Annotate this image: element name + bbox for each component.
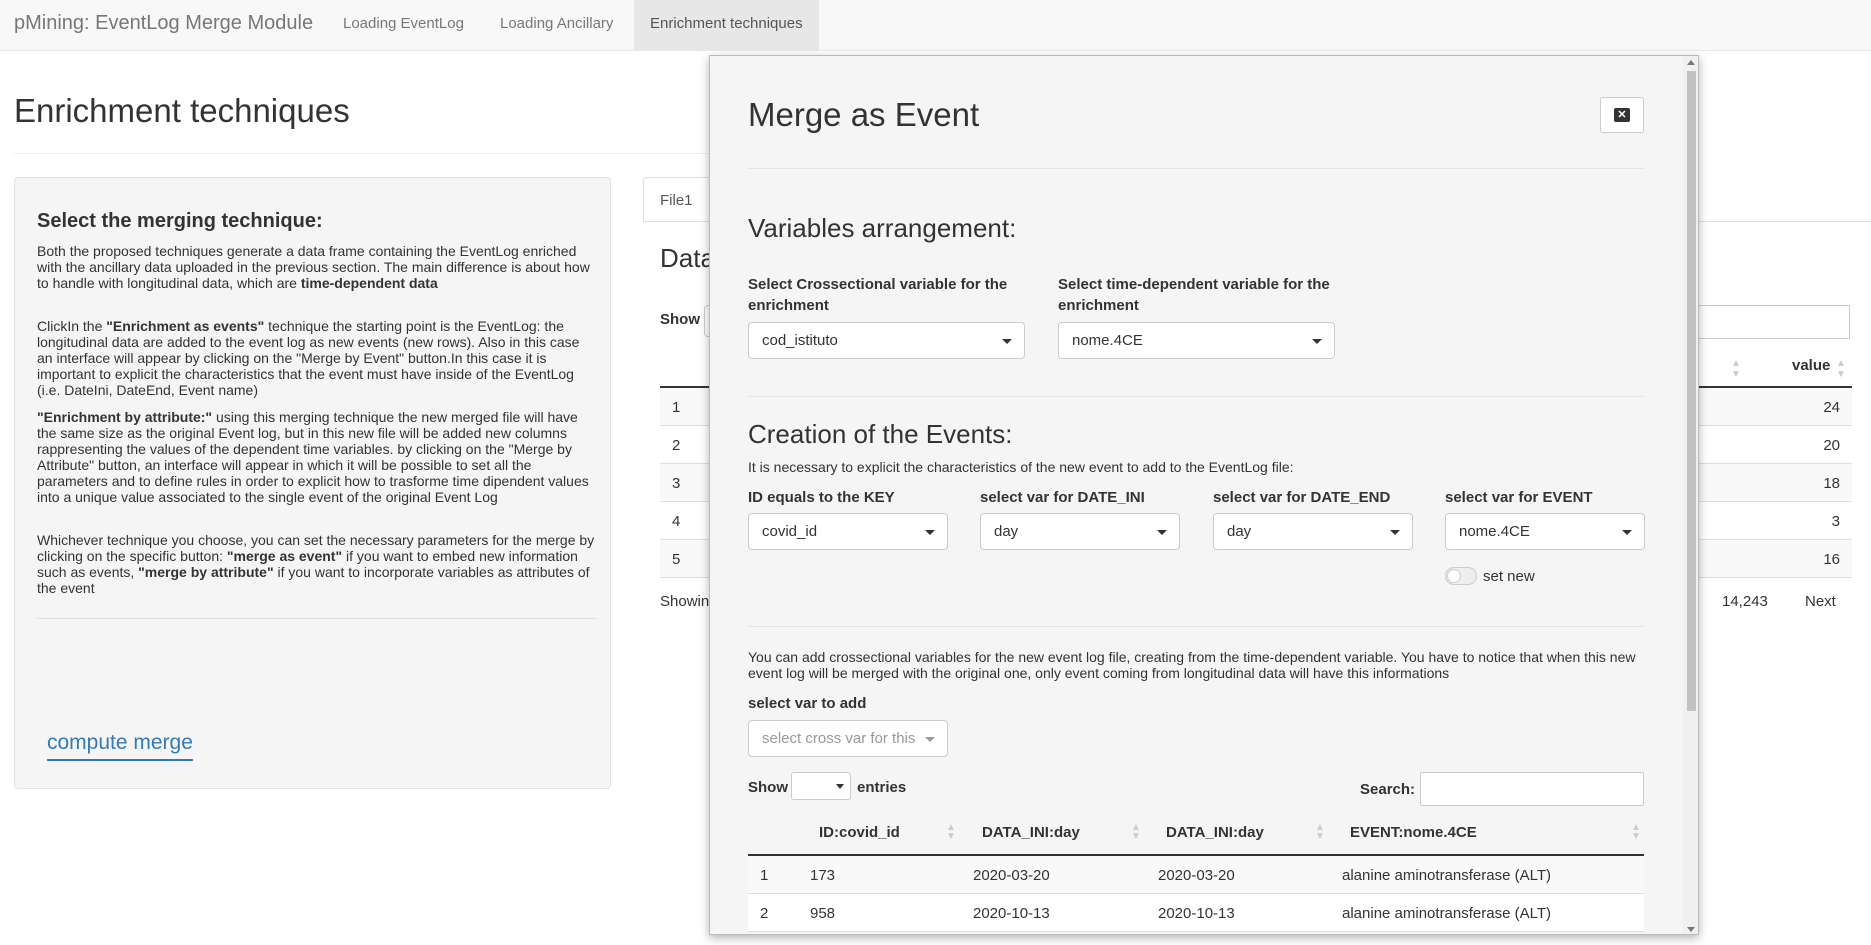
set-new-toggle[interactable]: [1445, 567, 1477, 585]
sidebar-paragraph-3: "Enrichment by attribute:" using this me…: [37, 409, 589, 505]
event-select[interactable]: nome.4CE: [1445, 513, 1645, 550]
divider: [14, 153, 714, 154]
creation-events-heading: Creation of the Events:: [748, 419, 1013, 449]
data-heading: Data: [660, 243, 715, 273]
divider: [748, 396, 1644, 397]
creation-events-note: It is necessary to explicit the characte…: [748, 459, 1294, 475]
column-header-date-ini-2[interactable]: DATA_INI:day: [1166, 824, 1264, 841]
close-button[interactable]: ✕: [1600, 97, 1644, 133]
show-label: Show: [748, 779, 788, 796]
search-input[interactable]: [1690, 305, 1850, 339]
sidebar-paragraph-4: Whichever technique you choose, you can …: [37, 532, 595, 596]
modal-scrollbar[interactable]: [1683, 56, 1698, 934]
var-to-add-select[interactable]: select cross var for this: [748, 720, 948, 757]
page-title: Enrichment techniques: [14, 92, 350, 129]
date-end-label: select var for DATE_END: [1213, 489, 1391, 506]
pagination-next-button[interactable]: Next: [1805, 593, 1836, 610]
pagination-total[interactable]: 14,243: [1722, 593, 1768, 610]
search-label: Search:: [1360, 781, 1416, 798]
chevron-down-icon: [1002, 339, 1012, 344]
column-header-event[interactable]: EVENT:nome.4CE: [1350, 824, 1477, 841]
sidebar-paragraph-1: Both the proposed techniques generate a …: [37, 243, 590, 291]
tab-loading-eventlog[interactable]: Loading EventLog: [327, 0, 480, 51]
table-row[interactable]: 2 958 2020-10-13 2020-10-13 alanine amin…: [748, 894, 1644, 932]
page-length-select[interactable]: [791, 772, 851, 800]
cross-var-select[interactable]: cod_istituto: [748, 322, 1025, 359]
column-header-date-ini[interactable]: DATA_INI:day: [982, 824, 1080, 841]
id-key-select[interactable]: covid_id: [748, 513, 948, 550]
sort-icon[interactable]: ▲ ▼: [1315, 823, 1325, 842]
sort-icon[interactable]: ▲ ▼: [1731, 358, 1741, 380]
chevron-down-icon: [836, 784, 844, 789]
modal-title: Merge as Event: [748, 96, 980, 133]
chevron-down-icon: [925, 737, 935, 742]
time-var-select[interactable]: nome.4CE: [1058, 322, 1335, 359]
sidebar-paragraph-2: ClickIn the "Enrichment as events" techn…: [37, 318, 580, 398]
var-to-add-label: select var to add: [748, 695, 867, 712]
divider: [748, 168, 1644, 169]
cross-var-label: Select Crossectional variable for the en…: [748, 276, 1008, 314]
chevron-down-icon: [925, 530, 935, 535]
show-label: Show: [660, 311, 700, 328]
close-icon: ✕: [1614, 108, 1630, 122]
scroll-up-icon[interactable]: [1687, 60, 1695, 65]
entries-label: entries: [857, 779, 907, 796]
chevron-down-icon: [1312, 339, 1322, 344]
table-row[interactable]: 1 173 2020-03-20 2020-03-20 alanine amin…: [748, 856, 1644, 894]
navbar: pMining: EventLog Merge Module Loading E…: [0, 0, 1871, 51]
id-key-label: ID equals to the KEY: [748, 489, 895, 506]
column-header-value[interactable]: value: [1792, 357, 1830, 374]
table-info: Showin: [660, 593, 710, 610]
variables-arrangement-heading: Variables arrangement:: [748, 213, 1017, 243]
chevron-down-icon: [1157, 530, 1167, 535]
compute-merge-button[interactable]: compute merge: [47, 731, 193, 761]
time-var-label: Select time-dependent variable for the e…: [1058, 276, 1330, 314]
chevron-down-icon: [1390, 530, 1400, 535]
sidebar-heading: Select the merging technique:: [37, 210, 323, 232]
merge-as-event-modal: Merge as Event ✕ Variables arrangement: …: [709, 55, 1699, 935]
sort-icon[interactable]: ▲ ▼: [1836, 358, 1846, 380]
toggle-knob: [1447, 569, 1461, 583]
sort-icon[interactable]: ▲ ▼: [1631, 823, 1641, 842]
chevron-down-icon: [1622, 530, 1632, 535]
navbar-brand[interactable]: pMining: EventLog Merge Module: [14, 12, 313, 35]
search-input[interactable]: [1420, 772, 1644, 806]
sidebar-panel: Select the merging technique: Both the p…: [14, 177, 611, 789]
date-ini-label: select var for DATE_INI: [980, 489, 1145, 506]
tab-loading-ancillary[interactable]: Loading Ancillary: [484, 0, 629, 51]
date-ini-select[interactable]: day: [980, 513, 1180, 550]
sort-icon[interactable]: ▲ ▼: [1131, 823, 1141, 842]
divider: [748, 626, 1644, 627]
column-header-id[interactable]: ID:covid_id: [819, 824, 900, 841]
divider: [37, 618, 597, 619]
sort-icon[interactable]: ▲ ▼: [946, 823, 956, 842]
tab-enrichment-techniques[interactable]: Enrichment techniques: [634, 0, 819, 51]
scroll-down-icon[interactable]: [1687, 927, 1695, 932]
set-new-label: set new: [1483, 568, 1535, 585]
event-label: select var for EVENT: [1445, 489, 1593, 506]
scrollbar-thumb[interactable]: [1687, 71, 1696, 711]
crossectional-note: You can add crossectional variables for …: [748, 649, 1636, 681]
date-end-select[interactable]: day: [1213, 513, 1413, 550]
